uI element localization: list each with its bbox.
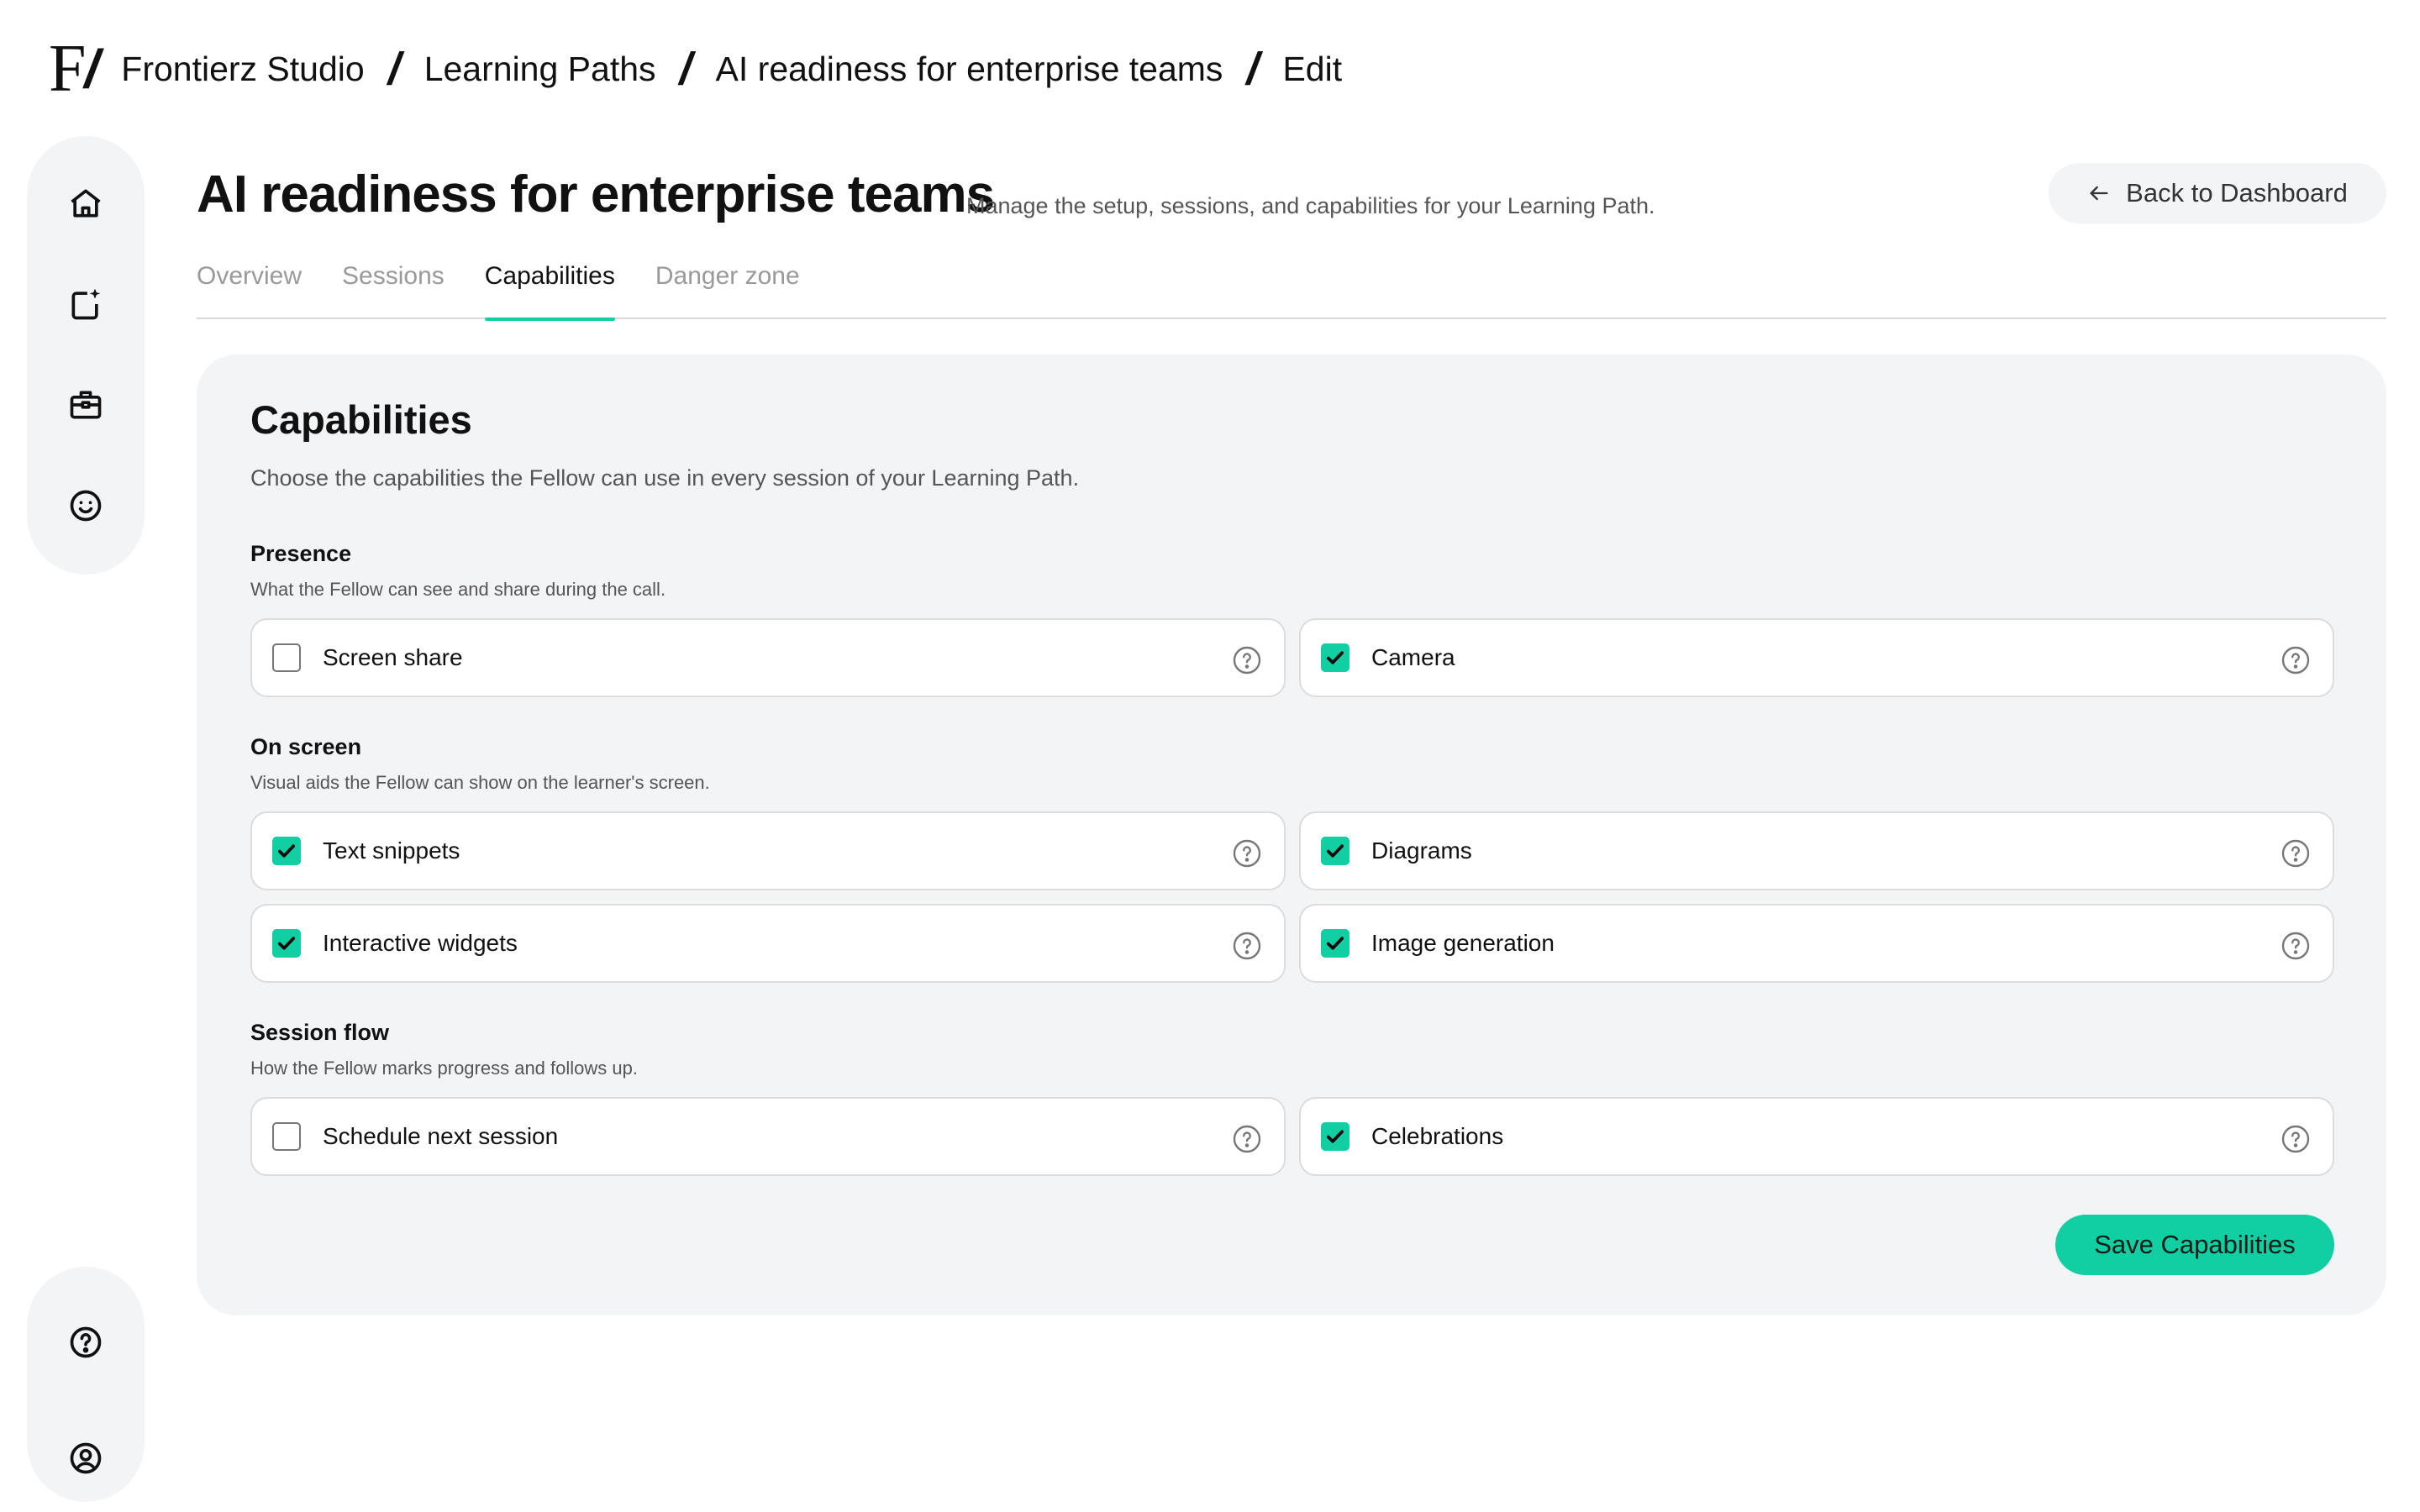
checkbox[interactable] (1321, 837, 1349, 865)
checkbox[interactable] (272, 1122, 301, 1151)
section-session-flow: Session flow How the Fellow marks progre… (250, 1020, 2334, 1176)
checkmark-icon (1326, 844, 1344, 858)
checkmark-icon (1326, 937, 1344, 950)
section-title: Session flow (250, 1020, 390, 1045)
section-on-screen: On screen Visual aids the Fellow can sho… (250, 734, 2334, 983)
back-to-dashboard-button[interactable]: Back to Dashboard (2049, 163, 2386, 223)
sidebar-item-help[interactable] (52, 1309, 119, 1376)
breadcrumb-separator: / (1246, 44, 1260, 94)
sidebar-item-fellow[interactable] (52, 472, 119, 539)
option-grid: Schedule next session Celebrations (250, 1097, 2334, 1176)
option-celebrations[interactable]: Celebrations (1299, 1097, 2334, 1176)
option-diagrams[interactable]: Diagrams (1299, 811, 2334, 890)
option-grid: Screen share Camera (250, 618, 2334, 697)
help-circle-icon[interactable] (1232, 838, 1262, 869)
option-grid: Text snippets Diagrams Interactive widge… (250, 811, 2334, 983)
breadcrumb-learning-path[interactable]: AI readiness for enterprise teams (716, 50, 1223, 89)
sidebar-item-account[interactable] (52, 1425, 119, 1492)
card-description: Choose the capabilities the Fellow can u… (250, 465, 1080, 491)
capabilities-card: Capabilities Choose the capabilities the… (197, 354, 2386, 1315)
help-circle-icon[interactable] (2281, 931, 2311, 961)
sidebar-main-nav (27, 136, 145, 575)
breadcrumb-learning-paths[interactable]: Learning Paths (424, 50, 656, 89)
option-label: Interactive widgets (323, 930, 518, 956)
back-to-dashboard-label: Back to Dashboard (2126, 178, 2348, 207)
option-label: Diagrams (1371, 837, 1472, 864)
option-label: Schedule next session (323, 1123, 559, 1149)
option-interactive-widgets[interactable]: Interactive widgets (250, 904, 1286, 983)
option-text-snippets[interactable]: Text snippets (250, 811, 1286, 890)
help-circle-icon[interactable] (1232, 1124, 1262, 1154)
logo-letter: F (49, 32, 86, 106)
checkbox[interactable] (272, 643, 301, 672)
checkmark-icon (1326, 1130, 1344, 1143)
breadcrumb: F / Frontierz Studio / Learning Paths / A… (49, 25, 1342, 113)
checkbox[interactable] (1321, 643, 1349, 672)
arrow-left-icon (2090, 186, 2108, 201)
tab-sessions[interactable]: Sessions (342, 257, 445, 319)
logo-slash: / (84, 39, 100, 99)
section-title: On screen (250, 734, 362, 759)
sidebar-item-create[interactable] (52, 270, 119, 338)
option-schedule-next-session[interactable]: Schedule next session (250, 1097, 1286, 1176)
option-label: Celebrations (1371, 1123, 1504, 1149)
tab-overview[interactable]: Overview (197, 257, 302, 319)
option-label: Text snippets (323, 837, 460, 864)
breadcrumb-edit: Edit (1282, 49, 1343, 88)
home-icon (71, 189, 101, 218)
save-capabilities-button[interactable]: Save Capabilities (2055, 1215, 2334, 1275)
checkbox[interactable] (272, 837, 301, 865)
checkbox[interactable] (1321, 1122, 1349, 1151)
option-label: Camera (1371, 644, 1455, 670)
sidebar-item-workspace[interactable] (52, 371, 119, 438)
user-circle-icon (70, 1442, 102, 1474)
tab-capabilities[interactable]: Capabilities (484, 257, 615, 321)
frontierz-logo[interactable]: F / (49, 32, 100, 106)
help-circle-icon[interactable] (2281, 838, 2311, 869)
checkbox[interactable] (1321, 929, 1349, 958)
option-image-generation[interactable]: Image generation (1299, 904, 2334, 983)
sidebar-footer-nav (27, 1267, 145, 1502)
card-title: Capabilities (250, 397, 472, 442)
page-subtitle: Manage the setup, sessions, and capabili… (966, 193, 1655, 218)
option-label: Screen share (323, 644, 463, 670)
option-screen-share[interactable]: Screen share (250, 618, 1286, 697)
briefcase-icon (70, 391, 102, 419)
checkmark-icon (277, 844, 296, 858)
help-circle-icon[interactable] (2281, 645, 2311, 675)
page-title: AI readiness for enterprise teams (197, 165, 995, 223)
breadcrumb-separator: / (387, 44, 401, 94)
section-title: Presence (250, 541, 352, 566)
help-circle-icon[interactable] (1232, 931, 1262, 961)
sidebar-item-home[interactable] (52, 170, 119, 237)
new-document-sparkle-icon (71, 288, 101, 320)
section-presence: Presence What the Fellow can see and sha… (250, 541, 2334, 697)
breadcrumb-separator: / (679, 44, 692, 94)
tab-bar: Overview Sessions Capabilities Danger zo… (197, 257, 2386, 321)
help-circle-icon[interactable] (1232, 645, 1262, 675)
checkbox[interactable] (272, 929, 301, 958)
option-camera[interactable]: Camera (1299, 618, 2334, 697)
option-label: Image generation (1371, 930, 1555, 956)
tab-danger-zone[interactable]: Danger zone (655, 257, 800, 319)
help-circle-icon[interactable] (2281, 1124, 2311, 1154)
checkmark-icon (1326, 651, 1344, 664)
breadcrumb-studio[interactable]: Frontierz Studio (121, 50, 364, 89)
help-circle-icon (70, 1326, 102, 1358)
section-description: Visual aids the Fellow can show on the l… (250, 772, 710, 793)
section-description: How the Fellow marks progress and follow… (250, 1058, 638, 1079)
section-description: What the Fellow can see and share during… (250, 579, 666, 600)
checkmark-icon (277, 937, 296, 950)
smiley-icon (70, 490, 102, 522)
